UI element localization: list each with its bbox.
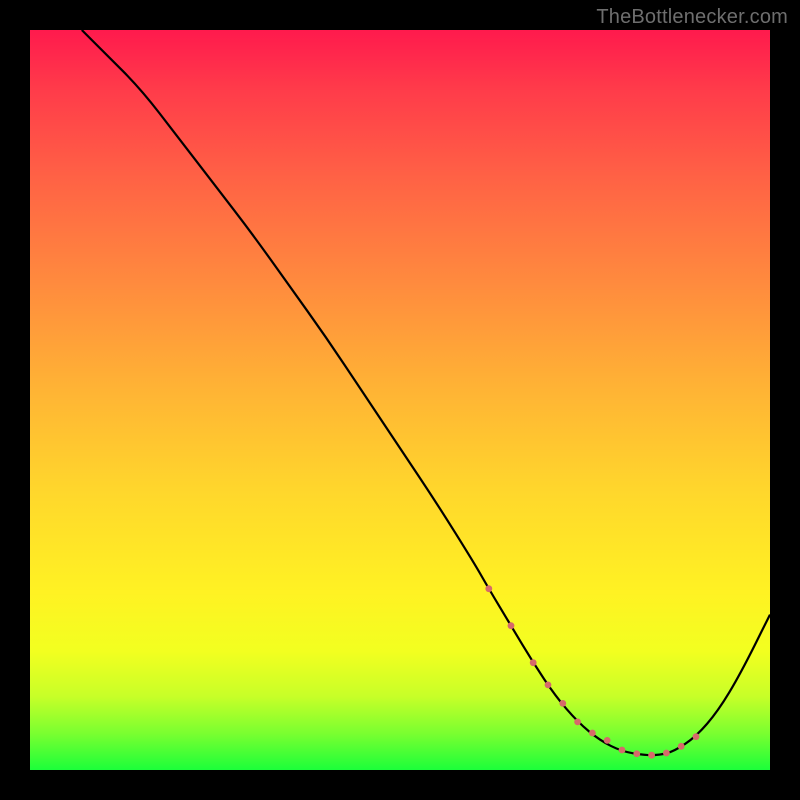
bottleneck-curve xyxy=(82,30,770,755)
highlight-dots xyxy=(485,585,699,758)
watermark-text: TheBottlenecker.com xyxy=(596,6,788,29)
highlight-dot xyxy=(633,750,640,757)
highlight-dot xyxy=(574,719,581,726)
highlight-dot xyxy=(604,737,611,744)
highlight-dot xyxy=(559,700,566,707)
curve-svg xyxy=(30,30,770,770)
highlight-dot xyxy=(693,733,700,740)
highlight-dot xyxy=(663,750,670,757)
highlight-dot xyxy=(619,747,626,754)
highlight-dot xyxy=(648,752,655,759)
highlight-dot xyxy=(530,659,537,666)
highlight-dot xyxy=(678,743,685,750)
plot-area xyxy=(30,30,770,770)
chart-frame: TheBottlenecker.com xyxy=(0,0,800,800)
highlight-dot xyxy=(545,682,552,689)
highlight-dot xyxy=(485,585,492,592)
highlight-dot xyxy=(589,730,596,737)
highlight-dot xyxy=(508,622,515,629)
